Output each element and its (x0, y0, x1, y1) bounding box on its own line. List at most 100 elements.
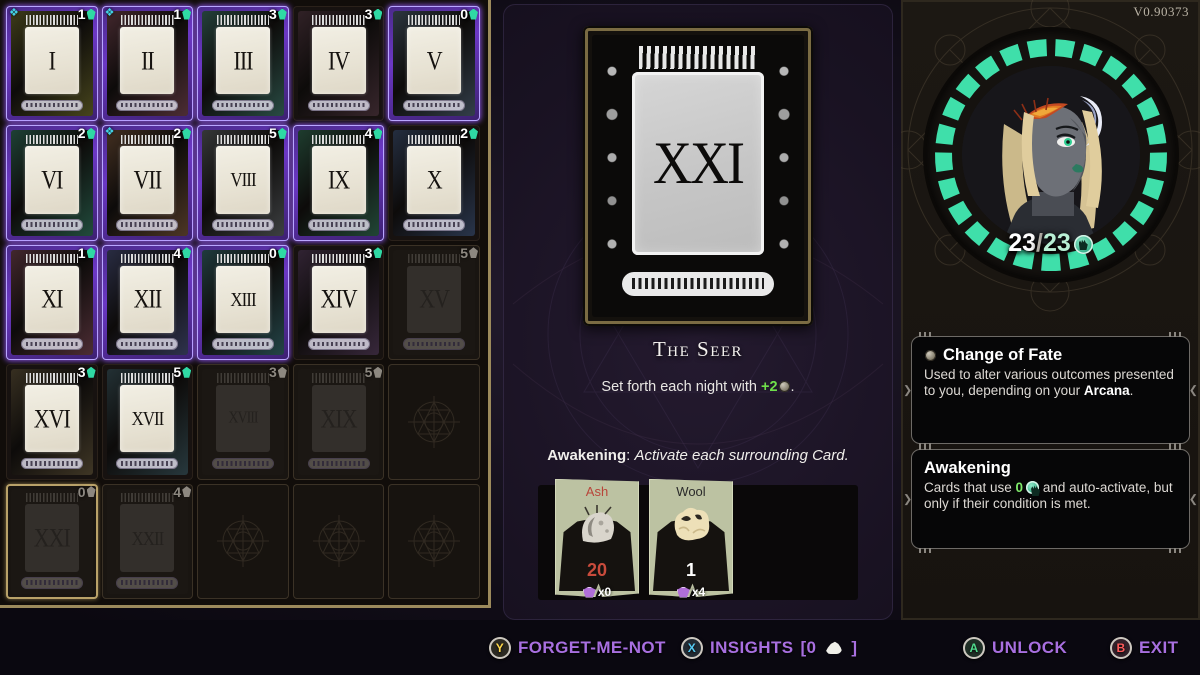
corner-ornament-tl (919, 332, 932, 337)
card-numeral: V (426, 45, 443, 75)
card-title: The Seer (652, 337, 744, 361)
card-rune-banner (211, 218, 275, 231)
card-comb-ornament (312, 15, 365, 25)
card-comb-ornament (216, 254, 270, 264)
card-slot-2[interactable]: II ❖ 1 (101, 6, 194, 122)
card-slot-20[interactable] (388, 364, 480, 480)
gem-icon (468, 127, 478, 139)
tooltip-title-text: Awakening (924, 459, 1011, 477)
card-slot-17[interactable]: XVII 5 (101, 364, 194, 480)
card-slot-18[interactable]: XVIII 3 (197, 364, 289, 480)
card-slot-10[interactable]: X2 (388, 125, 480, 241)
card-comb-ornament (25, 492, 78, 503)
card-artwork: VIII (202, 130, 284, 236)
card-numeral: IV (327, 45, 350, 75)
card-slot-16[interactable]: XVI 3 (6, 364, 98, 480)
character-portrait-widget[interactable]: 23/23 (925, 30, 1176, 280)
card-slot-23[interactable] (197, 483, 289, 599)
card-slot-19[interactable]: XIX 5 (292, 364, 385, 480)
card-slot-8[interactable]: VIII 5 (197, 125, 289, 241)
card-slot-14[interactable]: XIV 3 (292, 244, 385, 361)
card-face: IX (311, 146, 366, 214)
card-cost-value: 2 (460, 125, 468, 142)
card-face: XXII (120, 504, 175, 572)
card-slot-24[interactable] (292, 483, 385, 599)
insights-count-open: [0 (800, 637, 817, 657)
card-face: I (24, 26, 79, 95)
card-cost-badge: 4 (365, 125, 383, 141)
multiplier-value: x0 (597, 585, 612, 599)
gem-icon (86, 247, 96, 259)
card-cost-badge: 4 (173, 484, 192, 500)
related-card-count: 1 (685, 560, 696, 580)
card-grid[interactable]: I ❖ 1 II ❖ 1 III 3 IV 3 V 0 VI 2 VII ❖ 2 VIII 5 IX 4 X 2 XI 1 XII… (6, 6, 480, 599)
gem-icon (582, 586, 596, 598)
card-rune-banner (20, 338, 83, 350)
tooltip-change-of-fate: ❯ ❮ Change of Fate Used to alter various… (903, 332, 1198, 448)
button-a-icon: A (963, 636, 985, 659)
card-slot-3[interactable]: III 3 (197, 6, 289, 122)
card-cost-badge: 2 (173, 125, 192, 141)
wool-icon (674, 507, 710, 541)
card-cost-badge: 5 (365, 364, 383, 380)
card-cost-badge: 0 (269, 245, 287, 261)
gem-icon (373, 127, 383, 139)
health-segment (1101, 55, 1127, 81)
card-comb-ornament (25, 254, 78, 264)
action-unlock[interactable]: A UNLOCK (963, 636, 1068, 659)
card-slot-9[interactable]: IX 4 (292, 125, 385, 241)
side-ornament-right: ❮ (1188, 384, 1198, 397)
card-artwork: XVI (11, 369, 93, 475)
card-slot-22[interactable]: XXII 4 (101, 483, 194, 599)
action-exit[interactable]: B EXIT (1110, 636, 1178, 659)
gem-icon (277, 366, 287, 378)
gem-icon (86, 127, 96, 139)
health-segment (1141, 177, 1164, 201)
card-cost-badge: 5 (269, 125, 287, 141)
card-slot-7[interactable]: VII ❖ 2 (101, 125, 194, 241)
card-cost-badge: 0 (78, 484, 96, 500)
selected-card-large[interactable]: XXI (583, 26, 813, 326)
card-comb-ornament (121, 492, 174, 503)
hp-current: 23 (1008, 229, 1037, 257)
card-numeral: III (233, 45, 254, 75)
card-rune-banner (20, 99, 83, 112)
card-artwork: I (11, 11, 93, 117)
card-numeral: VII (133, 164, 163, 195)
card-numeral: XIX (320, 403, 358, 433)
gem-icon (373, 247, 383, 259)
health-segment (947, 200, 972, 226)
related-card[interactable]: Wool 1 (649, 479, 733, 597)
card-face: XVIII (216, 384, 270, 453)
gem-icon (86, 486, 96, 498)
action-label: UNLOCK (992, 637, 1068, 657)
card-face: XII (120, 265, 175, 334)
card-cost-value: 1 (173, 6, 182, 22)
card-comb-ornament (25, 373, 78, 383)
card-rune-banner (211, 99, 275, 112)
card-slot-4[interactable]: IV 3 (292, 6, 385, 122)
card-slot-21[interactable]: XXI 0 (6, 483, 98, 599)
gem-icon (182, 127, 192, 139)
corner-ornament-tl (919, 445, 932, 450)
action-insights[interactable]: X INSIGHTS [0] (681, 636, 857, 659)
card-numeral: XVIII (228, 409, 258, 427)
health-segment (934, 152, 953, 173)
card-slot-15[interactable]: XV 5 (388, 244, 480, 361)
related-card[interactable]: Ash 20 (555, 479, 639, 597)
card-slot-5[interactable]: V0 (388, 6, 480, 122)
card-slot-6[interactable]: VI 2 (6, 125, 98, 241)
tooltip-text-1: Cards that use (924, 480, 1016, 495)
card-slot-12[interactable]: XII 4 (101, 244, 194, 361)
card-slot-13[interactable]: XIII 0 (197, 244, 289, 361)
card-slot-1[interactable]: I ❖ 1 (6, 6, 98, 122)
action-forget-me-not[interactable]: Y FORGET-ME-NOT (489, 636, 666, 659)
card-slot-11[interactable]: XI 1 (6, 244, 98, 361)
card-slot-25[interactable] (388, 483, 480, 599)
gem-icon (277, 247, 287, 259)
hp-max: 23 (1042, 229, 1071, 257)
empty-slot-pentacle-icon (388, 484, 480, 599)
card-face: III (216, 26, 270, 95)
card-comb-ornament (638, 46, 758, 69)
card-cost-value: 3 (364, 6, 373, 22)
